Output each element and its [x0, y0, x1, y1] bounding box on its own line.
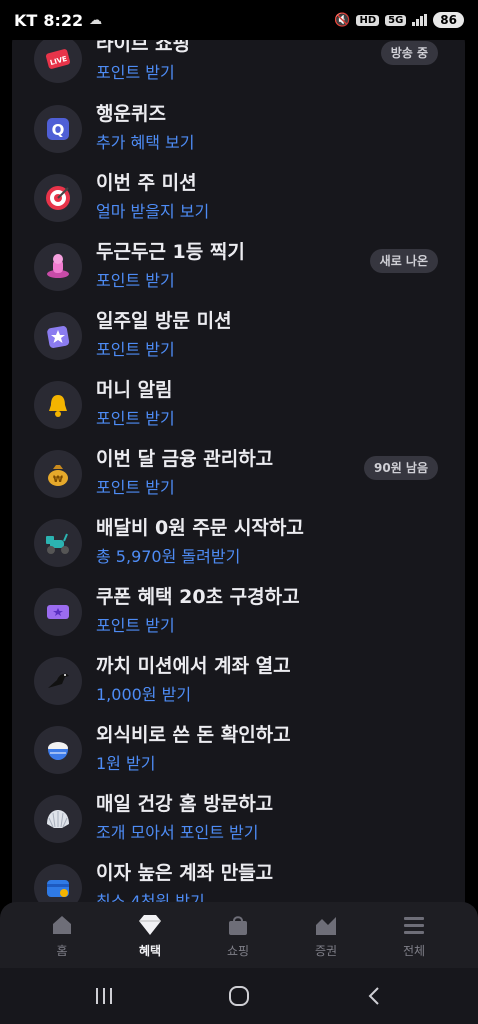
tab-all[interactable]: 전체 [374, 912, 454, 959]
svg-text:Q: Q [52, 121, 65, 139]
scooter-icon [34, 519, 82, 567]
signal-icon [412, 14, 428, 26]
item-title: 까치 미션에서 계좌 열고 [96, 655, 291, 677]
status-bar: KT 8:22 ☁ 🔇 HD 5G 86 [0, 0, 478, 40]
item-title: 배달비 0원 주문 시작하고 [96, 517, 304, 539]
recent-apps-icon[interactable] [92, 984, 116, 1008]
item-title: 매일 건강 홈 방문하고 [96, 793, 274, 815]
item-subtitle: 포인트 받기 [96, 63, 175, 82]
item-subtitle: 포인트 받기 [96, 340, 175, 359]
rice-bowl-icon [34, 726, 82, 774]
list-item-finance-manage[interactable]: ₩ 이번 달 금융 관리하고 포인트 받기 90원 남음 [12, 448, 465, 514]
item-title: 이번 주 미션 [96, 172, 197, 194]
list-item-lucky-quiz[interactable]: Q 행운퀴즈 추가 혜택 보기 [12, 103, 465, 169]
bottom-tab-bar: 홈 혜택 쇼핑 증권 전체 [0, 902, 478, 968]
item-subtitle: 포인트 받기 [96, 271, 175, 290]
status-right: 🔇 HD 5G 86 [334, 12, 464, 28]
item-title: 이번 달 금융 관리하고 [96, 448, 274, 470]
magpie-icon [34, 657, 82, 705]
status-badge: 90원 남음 [364, 456, 438, 480]
menu-icon [374, 912, 454, 938]
item-subtitle: 조개 모아서 포인트 받기 [96, 823, 259, 842]
list-item-dining-spend[interactable]: 외식비로 쓴 돈 확인하고 1원 받기 [12, 724, 465, 790]
calendar-star-icon [34, 312, 82, 360]
status-badge: 새로 나온 [369, 249, 438, 273]
home-icon [22, 912, 102, 938]
tab-label: 증권 [314, 944, 338, 958]
list-item-weekly-visit[interactable]: 일주일 방문 미션 포인트 받기 [12, 310, 465, 376]
item-title: 외식비로 쓴 돈 확인하고 [96, 724, 291, 746]
item-subtitle: 총 5,970원 돌려받기 [96, 547, 241, 566]
item-title: 두근두근 1등 찍기 [96, 241, 245, 263]
item-title: 일주일 방문 미션 [96, 310, 232, 332]
tab-label: 홈 [56, 944, 68, 958]
item-title: 행운퀴즈 [96, 103, 166, 125]
live-shopping-icon: LIVE [34, 35, 82, 83]
item-subtitle: 포인트 받기 [96, 616, 175, 635]
money-bag-icon: ₩ [34, 450, 82, 498]
stamp-icon [34, 243, 82, 291]
item-title: 이자 높은 계좌 만들고 [96, 862, 274, 884]
item-subtitle: 얼마 받을지 보기 [96, 202, 210, 221]
item-subtitle: 1,000원 받기 [96, 685, 192, 704]
shell-icon [34, 795, 82, 843]
bell-icon [34, 381, 82, 429]
hd-voice-badge: HD [356, 14, 380, 26]
carrier-label: KT [14, 10, 38, 30]
item-subtitle: 포인트 받기 [96, 409, 175, 428]
list-item-live-shopping[interactable]: LIVE 라이브 쇼핑 포인트 받기 방송 중 [12, 33, 465, 99]
svg-text:₩: ₩ [53, 475, 63, 485]
list-item-delivery-fee[interactable]: 배달비 0원 주문 시작하고 총 5,970원 돌려받기 [12, 517, 465, 583]
status-badge: 방송 중 [380, 41, 438, 65]
item-subtitle: 추가 혜택 보기 [96, 133, 195, 152]
mute-icon: 🔇 [334, 12, 351, 28]
tab-shopping[interactable]: 쇼핑 [198, 912, 278, 959]
target-icon [34, 174, 82, 222]
back-icon[interactable] [362, 984, 386, 1008]
status-left: KT 8:22 ☁ [14, 11, 102, 30]
tab-home[interactable]: 홈 [22, 912, 102, 959]
list-item-weekly-mission[interactable]: 이번 주 미션 얼마 받을지 보기 [12, 172, 465, 238]
item-subtitle: 포인트 받기 [96, 478, 175, 497]
list-item-health-home[interactable]: 매일 건강 홈 방문하고 조개 모아서 포인트 받기 [12, 793, 465, 859]
gem-icon [110, 912, 190, 938]
tab-label: 쇼핑 [226, 944, 250, 958]
tab-benefits[interactable]: 혜택 [110, 912, 190, 959]
list-item-coupon[interactable]: 쿠폰 혜택 20초 구경하고 포인트 받기 [12, 586, 465, 652]
item-subtitle: 1원 받기 [96, 754, 156, 773]
tab-stocks[interactable]: 증권 [286, 912, 366, 959]
quiz-icon: Q [34, 105, 82, 153]
chart-icon [286, 912, 366, 938]
list-item-magpie-mission[interactable]: 까치 미션에서 계좌 열고 1,000원 받기 [12, 655, 465, 721]
tab-label: 혜택 [138, 944, 162, 958]
home-circle-icon[interactable] [227, 984, 251, 1008]
item-title: 머니 알림 [96, 379, 173, 401]
list-item-first-place[interactable]: 두근두근 1등 찍기 포인트 받기 새로 나온 [12, 241, 465, 307]
item-title: 쿠폰 혜택 20초 구경하고 [96, 586, 300, 608]
clock: 8:22 [43, 10, 84, 30]
tab-label: 전체 [402, 944, 426, 958]
benefits-list: LIVE 라이브 쇼핑 포인트 받기 방송 중 Q 행운퀴즈 추가 혜택 보기 … [12, 25, 465, 925]
list-item-money-alert[interactable]: 머니 알림 포인트 받기 [12, 379, 465, 445]
coupon-icon [34, 588, 82, 636]
shopping-bag-icon [198, 912, 278, 938]
battery-indicator: 86 [433, 12, 464, 28]
weather-cloud-icon: ☁ [89, 12, 103, 28]
network-badge: 5G [385, 14, 407, 26]
system-nav-bar [0, 968, 478, 1024]
